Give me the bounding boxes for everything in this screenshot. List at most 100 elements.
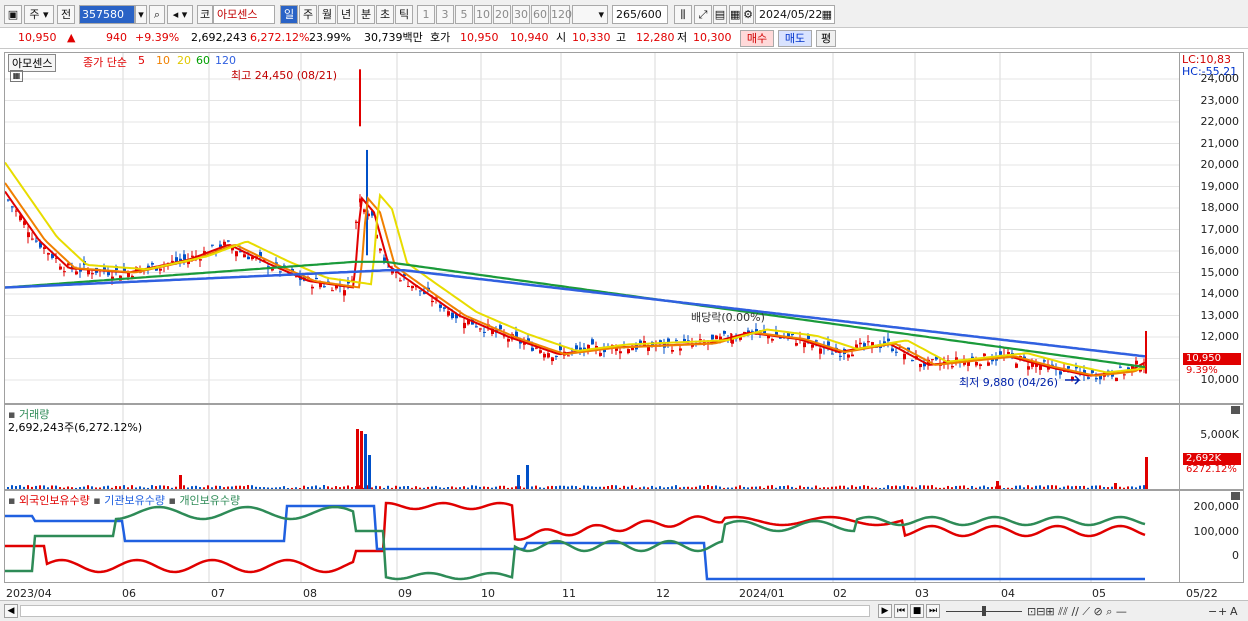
interval-30[interactable]: 30	[512, 5, 530, 24]
period-tab-month[interactable]: 월	[318, 5, 336, 24]
zoom-slider-handle[interactable]	[982, 606, 986, 616]
ma-indicator-label[interactable]: 종가 단순	[83, 54, 127, 70]
font-size-icon[interactable]: A	[1230, 605, 1238, 618]
volume-bar	[491, 487, 493, 489]
volume-bar	[647, 487, 649, 489]
volume-bar	[487, 486, 489, 489]
print-icon[interactable]: ▦	[729, 5, 741, 24]
volume-bar	[963, 485, 965, 489]
volume-bar	[607, 485, 609, 489]
volume-bar	[423, 487, 425, 489]
scroll-right-icon[interactable]: ▶	[878, 604, 892, 618]
layout-icon[interactable]: ▣	[4, 5, 22, 24]
volume-bar	[819, 487, 821, 489]
interval-60[interactable]: 60	[531, 5, 549, 24]
moving-average-line	[5, 161, 1146, 374]
candle-body	[211, 244, 214, 246]
volume-bar	[1059, 487, 1061, 489]
code-type-label[interactable]: 코	[197, 5, 213, 24]
volume-bar	[951, 487, 953, 489]
date-input[interactable]: 2024/05/22 ▦	[755, 5, 835, 24]
volume-pane[interactable]: ▪ 거래량 2,692,243주(6,272.12%)	[4, 404, 1180, 490]
search-icon[interactable]: ⌕	[149, 5, 165, 24]
interval-120[interactable]: 120	[550, 5, 572, 24]
market-select[interactable]: 주 ▾	[24, 5, 54, 24]
zoom-out-icon[interactable]: −	[1208, 605, 1217, 618]
period-tab-day[interactable]: 일	[280, 5, 298, 24]
stock-name-field[interactable]: 아모센스	[213, 5, 275, 24]
high-annotation: 최고 24,450 (08/21)	[231, 69, 338, 82]
period-tab-year[interactable]: 년	[337, 5, 355, 24]
volume-bar	[199, 487, 201, 489]
volume-bar	[615, 485, 617, 489]
bar-count-field[interactable]: 265/600	[612, 5, 668, 24]
candle-body	[1059, 371, 1062, 375]
first-icon[interactable]: ⏮	[894, 604, 908, 618]
volume-bar	[1003, 487, 1005, 489]
candle-body	[543, 353, 546, 358]
interval-10[interactable]: 10	[474, 5, 492, 24]
sound-icon[interactable]: ◂ ▾	[167, 5, 193, 24]
volume-bar	[483, 486, 485, 489]
volume-bar	[855, 486, 857, 489]
candle-type-icon[interactable]: ⫼	[674, 5, 692, 24]
save-icon[interactable]: ▤	[713, 5, 727, 24]
volume-bar	[643, 486, 645, 489]
prev-button[interactable]: 전	[57, 5, 75, 24]
table-view-icon[interactable]: ▦	[10, 70, 23, 82]
price-chart-pane[interactable]: 아모센스 종가 단순 5 10 20 60 120 ▦ 최고 24,450 (0…	[4, 52, 1180, 404]
candle-body	[1115, 377, 1118, 382]
candle-body	[1099, 375, 1102, 380]
candle-body	[451, 312, 454, 319]
volume-bar	[71, 487, 73, 489]
volume-bar	[443, 487, 445, 489]
interval-3[interactable]: 3	[436, 5, 454, 24]
candle-body	[647, 346, 650, 351]
sell-button[interactable]: 매도	[778, 30, 812, 47]
period-tab-minute[interactable]: 분	[357, 5, 375, 24]
volume-bar	[1139, 485, 1141, 489]
period-tab-tick[interactable]: 틱	[395, 5, 413, 24]
volume-bar	[327, 486, 329, 489]
last-icon[interactable]: ⏭	[926, 604, 940, 618]
current-price: 10,950	[18, 31, 57, 44]
candle-body	[847, 354, 850, 358]
candle-body	[11, 206, 14, 208]
candle-body	[243, 254, 246, 258]
code-dropdown-icon[interactable]: ▾	[135, 5, 147, 24]
candle-body	[271, 268, 274, 271]
candle-body	[867, 341, 870, 343]
interval-1[interactable]: 1	[417, 5, 435, 24]
gear-icon[interactable]: ⚙	[742, 5, 754, 24]
tool-icons[interactable]: ⊡⊟⊞ ⫽⫽ ∕∕ ⟋ ⊘ ⌕ —	[1027, 605, 1127, 619]
interval-custom-select[interactable]: ▾	[572, 5, 608, 24]
maximize-icon[interactable]	[1231, 492, 1240, 500]
volume-bar	[356, 429, 359, 489]
period-tab-second[interactable]: 초	[376, 5, 394, 24]
candle-body	[547, 353, 550, 358]
scroll-left-icon[interactable]: ◀	[4, 604, 18, 618]
zoom-in-icon[interactable]: +	[1218, 605, 1227, 618]
chart-scrollbar[interactable]: ◀ ▶ ⏮ ■ ⏭ ⊡⊟⊞ ⫽⫽ ∕∕ ⟋ ⊘ ⌕ — − + A	[0, 600, 1248, 621]
volume-bar	[1023, 487, 1025, 489]
volume-bar	[99, 487, 101, 489]
candle-body	[407, 286, 410, 288]
maximize-icon[interactable]	[1231, 406, 1240, 414]
volume-bar	[1143, 485, 1145, 489]
buy-button[interactable]: 매수	[740, 30, 774, 47]
stock-code-input[interactable]: 357580	[79, 5, 135, 24]
interval-20[interactable]: 20	[493, 5, 511, 24]
draw-tool-icon[interactable]: ⤢	[694, 5, 712, 24]
volume-bar	[663, 487, 665, 489]
calendar-icon[interactable]: ▦	[822, 6, 832, 23]
holdings-legend[interactable]: ▪ 외국인보유수량 ▪ 기관보유수량 ▪ 개인보유수량	[8, 492, 240, 508]
holdings-pane[interactable]: ▪ 외국인보유수량 ▪ 기관보유수량 ▪ 개인보유수량	[4, 490, 1180, 583]
evaluate-button[interactable]: 평	[816, 30, 836, 47]
scroll-track[interactable]	[20, 605, 870, 617]
volume-bar	[947, 485, 949, 489]
period-tab-week[interactable]: 주	[299, 5, 317, 24]
candle-body	[575, 345, 578, 350]
stop-icon[interactable]: ■	[910, 604, 924, 618]
interval-5[interactable]: 5	[455, 5, 473, 24]
candle-body	[75, 271, 78, 275]
